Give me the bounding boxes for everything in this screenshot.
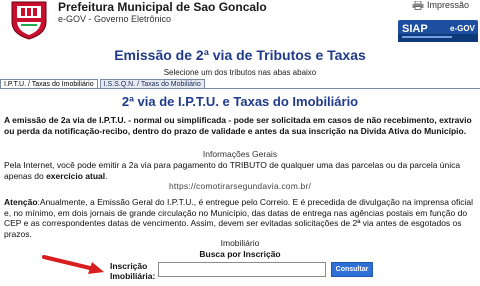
info-body: Pela Internet, você pode emitir a 2a via… xyxy=(4,160,476,181)
page-title: Emissão de 2ª via de Tributos e Taxas xyxy=(114,47,366,63)
form-category-label: Imobiliário xyxy=(220,238,260,248)
city-crest-logo xyxy=(11,1,47,40)
page-header: Prefeitura Municipal de Sao Goncalo e-GO… xyxy=(0,0,480,42)
atencao-label: Atenção xyxy=(4,197,38,207)
section-title: 2ª via de I.P.T.U. e Taxas do Imobiliári… xyxy=(121,94,359,109)
select-hint: Selecione um dos tributos nas abas abaix… xyxy=(163,68,317,77)
info-body-end: . xyxy=(105,170,108,181)
siap-sub-label: e-GOV xyxy=(450,24,476,33)
siap-logo: SIAP e-GOV xyxy=(398,20,478,42)
url-text: https://comotirarsegundavia.com.br/ xyxy=(168,181,312,191)
print-link[interactable]: Impressão xyxy=(412,0,469,10)
tab-divider xyxy=(0,88,480,89)
info-body-bold: exercício atual xyxy=(46,170,106,181)
org-subtitle: e-GOV - Governo Eletrônico xyxy=(58,14,172,24)
inscricao-label: Inscrição Imobiliária: xyxy=(110,261,156,281)
info-heading: Informações Gerais xyxy=(202,149,278,159)
printer-icon xyxy=(412,0,424,10)
atencao-body: :Anualmente, a Emissão Geral do I.P.T.U.… xyxy=(4,197,474,239)
consultar-button[interactable]: Consultar xyxy=(331,262,373,277)
org-name: Prefeitura Municipal de Sao Goncalo xyxy=(58,0,267,14)
siap-label: SIAP xyxy=(402,23,428,35)
red-arrow-icon xyxy=(42,255,104,274)
atencao-text: Atenção:Anualmente, a Emissão Geral do I… xyxy=(4,197,476,239)
inscricao-input[interactable] xyxy=(158,262,326,277)
intro-text: A emissão de 2a via de I.P.T.U. - normal… xyxy=(4,115,472,136)
print-label[interactable]: Impressão xyxy=(427,0,469,10)
